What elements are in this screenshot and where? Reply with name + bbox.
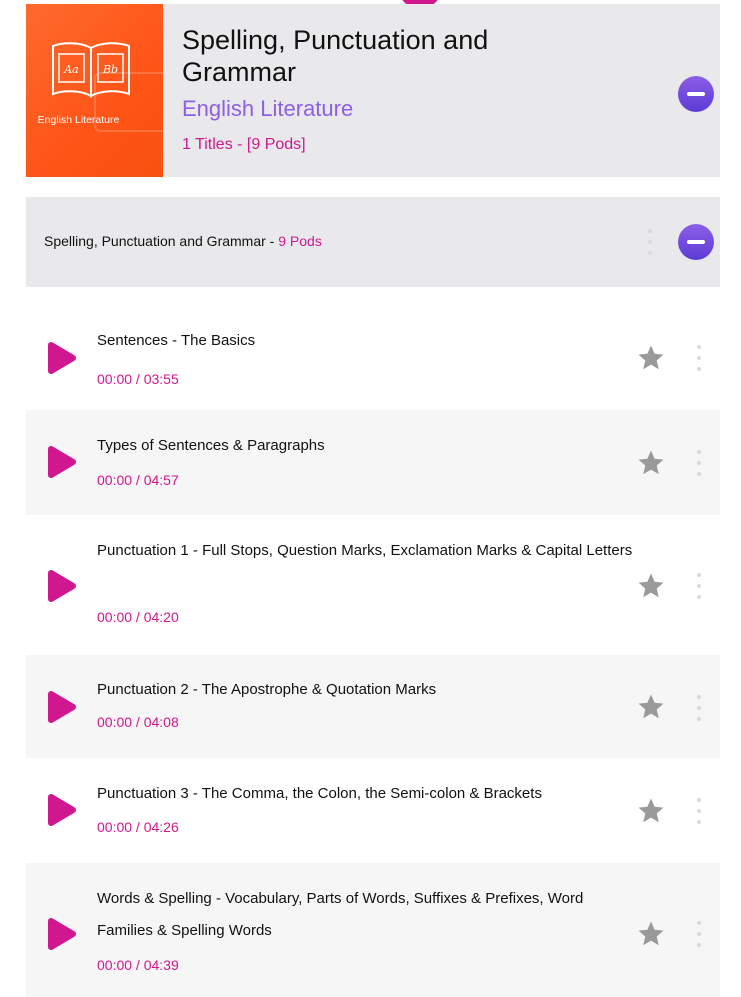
course-title-count: 1 Titles - [9 Pods] bbox=[182, 136, 306, 153]
book-icon: Aa Bb bbox=[52, 42, 130, 98]
pod-time: 00:00 / 04:57 bbox=[97, 472, 179, 488]
collapse-section-button[interactable] bbox=[678, 224, 714, 260]
cover-subject-label: English Literature bbox=[37, 114, 120, 126]
pod-title[interactable]: Words & Spelling - Vocabulary, Parts of … bbox=[97, 883, 637, 947]
course-header[interactable]: Aa Bb English Literature Spelling, Punct… bbox=[26, 4, 720, 177]
pod-row[interactable]: Punctuation 2 - The Apostrophe & Quotati… bbox=[26, 655, 720, 758]
pod-row[interactable]: Sentences - The Basics 00:00 / 03:55 bbox=[26, 307, 720, 410]
play-icon[interactable] bbox=[46, 340, 78, 376]
pod-row[interactable]: Types of Sentences & Paragraphs 00:00 / … bbox=[26, 410, 720, 515]
pod-title[interactable]: Punctuation 3 - The Comma, the Colon, th… bbox=[97, 778, 637, 810]
pod-title[interactable]: Punctuation 2 - The Apostrophe & Quotati… bbox=[97, 674, 637, 706]
pod-time: 00:00 / 04:08 bbox=[97, 714, 179, 730]
pod-time: 00:00 / 04:26 bbox=[97, 819, 179, 835]
play-icon[interactable] bbox=[46, 444, 78, 480]
pod-row[interactable]: Punctuation 3 - The Comma, the Colon, th… bbox=[26, 758, 720, 863]
pod-row[interactable]: Punctuation 1 - Full Stops, Question Mar… bbox=[26, 515, 720, 655]
section-row[interactable]: Spelling, Punctuation and Grammar - 9 Po… bbox=[26, 197, 720, 287]
more-vertical-icon[interactable] bbox=[696, 345, 702, 371]
more-vertical-icon[interactable] bbox=[696, 573, 702, 599]
section-label: Spelling, Punctuation and Grammar - 9 Po… bbox=[44, 233, 322, 249]
pod-time: 00:00 / 04:20 bbox=[97, 609, 179, 625]
more-vertical-icon[interactable] bbox=[696, 798, 702, 824]
section-separator: - bbox=[265, 233, 279, 249]
pod-title[interactable]: Types of Sentences & Paragraphs bbox=[97, 430, 637, 462]
more-vertical-icon[interactable] bbox=[696, 450, 702, 476]
star-icon[interactable] bbox=[636, 796, 666, 826]
course-cover-image: Aa Bb English Literature bbox=[26, 4, 163, 177]
star-icon[interactable] bbox=[636, 571, 666, 601]
section-title: Spelling, Punctuation and Grammar bbox=[44, 233, 266, 249]
minus-circle-icon bbox=[687, 240, 705, 244]
minus-circle-icon bbox=[687, 92, 705, 96]
play-icon[interactable] bbox=[46, 792, 78, 828]
pod-time: 00:00 / 04:39 bbox=[97, 957, 179, 973]
star-icon[interactable] bbox=[636, 343, 666, 373]
cover-letter-right: Bb bbox=[102, 63, 118, 76]
course-subject: English Literature bbox=[182, 96, 354, 121]
more-vertical-icon[interactable] bbox=[696, 921, 702, 947]
star-icon[interactable] bbox=[636, 448, 666, 478]
more-vertical-icon[interactable] bbox=[696, 695, 702, 721]
cover-letter-left: Aa bbox=[63, 63, 79, 76]
pod-time: 00:00 / 03:55 bbox=[97, 371, 179, 387]
pod-title[interactable]: Punctuation 1 - Full Stops, Question Mar… bbox=[97, 535, 637, 567]
play-icon[interactable] bbox=[46, 916, 78, 952]
course-title: Spelling, Punctuation and Grammar bbox=[182, 25, 489, 87]
play-icon[interactable] bbox=[46, 689, 78, 725]
section-pod-count: 9 Pods bbox=[278, 233, 322, 249]
star-icon[interactable] bbox=[636, 692, 666, 722]
pod-title[interactable]: Sentences - The Basics bbox=[97, 325, 637, 357]
star-icon[interactable] bbox=[636, 919, 666, 949]
more-vertical-icon[interactable] bbox=[647, 229, 653, 255]
collapse-course-button[interactable] bbox=[678, 76, 714, 112]
pod-row[interactable]: Words & Spelling - Vocabulary, Parts of … bbox=[26, 863, 720, 997]
play-icon[interactable] bbox=[46, 568, 78, 604]
